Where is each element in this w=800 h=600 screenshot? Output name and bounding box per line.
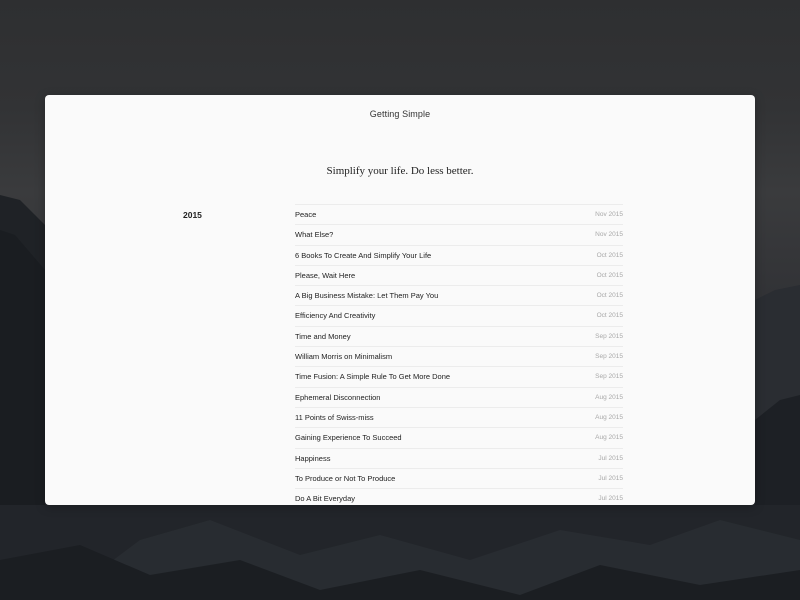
post-row[interactable]: Time Fusion: A Simple Rule To Get More D…	[295, 367, 623, 388]
post-title-link[interactable]: Time Fusion: A Simple Rule To Get More D…	[295, 372, 450, 381]
post-row[interactable]: Happiness Jul 2015	[295, 449, 623, 469]
post-title-link[interactable]: Peace	[295, 210, 316, 219]
post-row[interactable]: Time and Money Sep 2015	[295, 327, 623, 348]
post-title-link[interactable]: To Produce or Not To Produce	[295, 474, 395, 483]
post-title-link[interactable]: Time and Money	[295, 332, 351, 341]
archive-card: Getting Simple Simplify your life. Do le…	[45, 95, 755, 505]
post-date: Aug 2015	[595, 393, 623, 401]
post-title-link[interactable]: Efficiency And Creativity	[295, 311, 375, 320]
post-row[interactable]: William Morris on Minimalism Sep 2015	[295, 347, 623, 368]
post-date: Jul 2015	[598, 495, 623, 503]
post-title-link[interactable]: 11 Points of Swiss-miss	[295, 413, 374, 422]
post-date: Sep 2015	[595, 373, 623, 381]
post-date: Sep 2015	[595, 332, 623, 340]
post-title-link[interactable]: William Morris on Minimalism	[295, 352, 392, 361]
site-tagline: Simplify your life. Do less better.	[326, 165, 474, 177]
post-row[interactable]: To Produce or Not To Produce Jul 2015	[295, 469, 623, 490]
post-date: Aug 2015	[595, 413, 623, 421]
post-date: Nov 2015	[595, 211, 623, 218]
site-title[interactable]: Getting Simple	[45, 109, 755, 119]
post-row[interactable]: 11 Points of Swiss-miss Aug 2015	[295, 408, 623, 429]
post-title-link[interactable]: What Else?	[295, 230, 333, 239]
post-row[interactable]: Peace Nov 2015	[295, 205, 623, 226]
post-row[interactable]: A Big Business Mistake: Let Them Pay You…	[295, 286, 623, 307]
post-title-link[interactable]: Happiness	[295, 454, 330, 463]
post-date: Aug 2015	[595, 434, 623, 442]
post-date: Jul 2015	[598, 454, 623, 462]
post-date: Oct 2015	[596, 312, 623, 320]
post-date: Oct 2015	[596, 271, 623, 279]
post-date: Oct 2015	[596, 251, 623, 259]
post-row[interactable]: Gaining Experience To Succeed Aug 2015	[295, 428, 623, 449]
post-row[interactable]: What Else? Nov 2015	[295, 225, 623, 246]
post-title-link[interactable]: Gaining Experience To Succeed	[295, 433, 402, 442]
post-row[interactable]: Ephemeral Disconnection Aug 2015	[295, 388, 623, 408]
post-row[interactable]: Please, Wait Here Oct 2015	[295, 266, 623, 287]
post-row[interactable]: Efficiency And Creativity Oct 2015	[295, 306, 623, 327]
post-date: Oct 2015	[596, 292, 623, 300]
post-title-link[interactable]: A Big Business Mistake: Let Them Pay You	[295, 291, 438, 300]
year-heading: 2015	[183, 210, 202, 220]
post-title-link[interactable]: Ephemeral Disconnection	[295, 393, 380, 402]
post-title-link[interactable]: 6 Books To Create And Simplify Your Life	[295, 251, 431, 260]
post-date: Sep 2015	[595, 353, 623, 361]
post-date: Nov 2015	[595, 231, 623, 239]
post-date: Jul 2015	[598, 474, 623, 482]
post-row[interactable]: 6 Books To Create And Simplify Your Life…	[295, 246, 623, 266]
post-row[interactable]: Do A Bit Everyday Jul 2015	[295, 489, 623, 505]
post-title-link[interactable]: Do A Bit Everyday	[295, 494, 355, 503]
post-title-link[interactable]: Please, Wait Here	[295, 271, 355, 280]
post-list: Peace Nov 2015 What Else? Nov 2015 6 Boo…	[295, 204, 623, 505]
